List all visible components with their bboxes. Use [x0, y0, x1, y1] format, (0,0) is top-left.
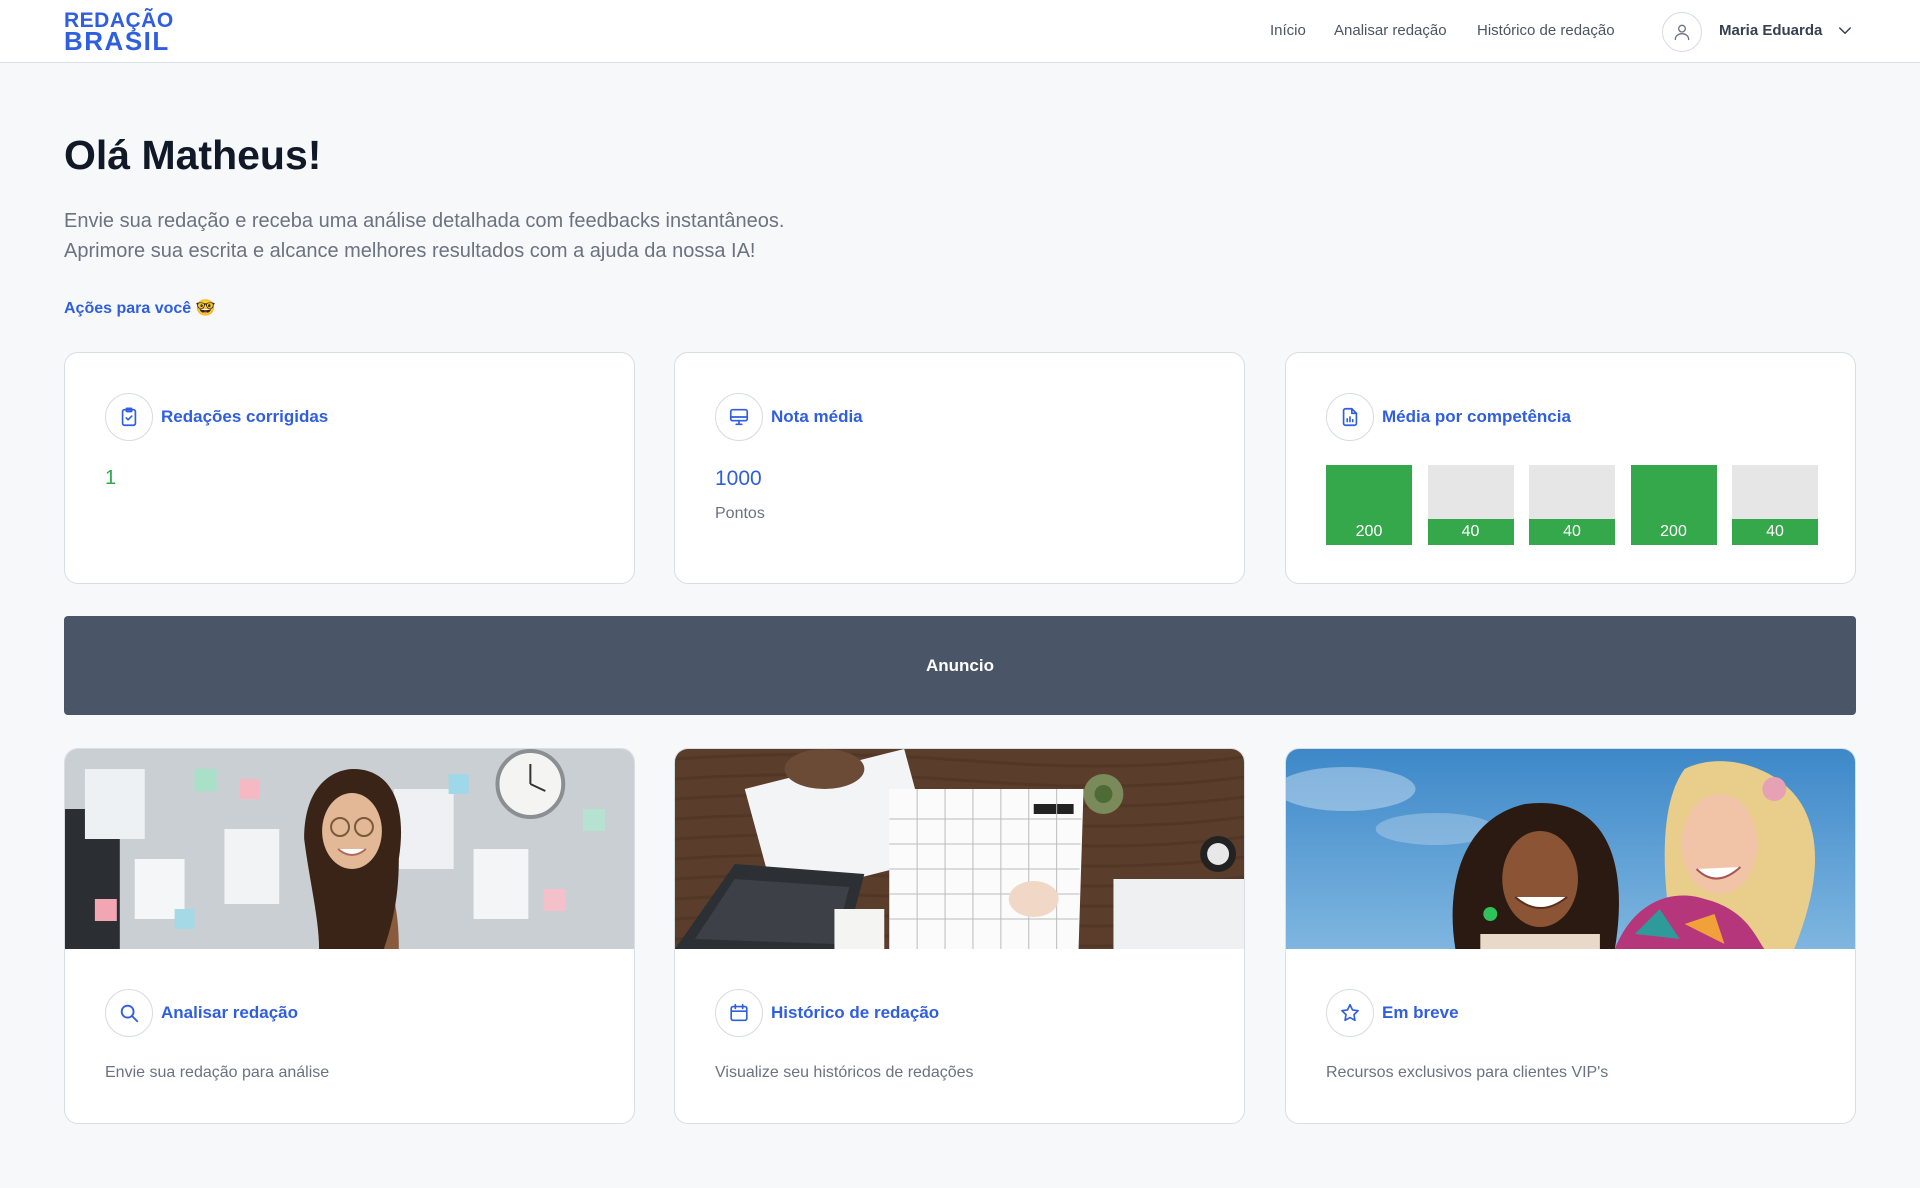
star-icon: [1341, 1003, 1359, 1022]
stat-card-corrected: Redações corrigidas 1: [64, 352, 635, 584]
competency-bar-label: 40: [1563, 523, 1581, 540]
feature-title[interactable]: Analisar redação: [161, 1003, 298, 1023]
competency-bar-label: 200: [1355, 523, 1383, 540]
competency-bar: 40: [1427, 465, 1514, 545]
user-avatar[interactable]: [1662, 12, 1702, 52]
icon-badge: [105, 393, 153, 441]
file-chart-icon: [1342, 407, 1358, 427]
user-name[interactable]: Maria Eduarda: [1719, 22, 1822, 39]
intro-line-2: Aprimore sua escrita e alcance melhores …: [64, 240, 756, 262]
feature-card-analisar[interactable]: Analisar redação Envie sua redação para …: [64, 748, 635, 1124]
top-navbar: REDAÇÃO BRASIL Início Analisar redação H…: [0, 0, 1920, 63]
intro-text: Envie sua redação e receba uma análise d…: [64, 206, 1064, 266]
monitor-icon: [729, 408, 749, 426]
competency-bar: 40: [1732, 465, 1818, 545]
brand-logo[interactable]: REDAÇÃO BRASIL: [64, 10, 174, 54]
nav-link-analisar-redacao[interactable]: Analisar redação: [1334, 22, 1447, 39]
icon-badge: [715, 393, 763, 441]
feature-title[interactable]: Em breve: [1382, 1003, 1459, 1023]
feature-description: Visualize seu históricos de redações: [715, 1064, 974, 1081]
competency-bar: 200: [1630, 465, 1717, 545]
competency-bar-label: 40: [1461, 523, 1480, 540]
feature-description: Recursos exclusivos para clientes VIP's: [1326, 1064, 1609, 1081]
clipboard-check-icon: [121, 407, 137, 427]
competency-bar-label: 200: [1660, 523, 1687, 540]
stat-value: 1000: [715, 467, 762, 490]
competency-bar: 200: [1326, 465, 1412, 545]
icon-badge: [1326, 989, 1374, 1037]
feature-card-historico[interactable]: Histórico de redação Visualize seu histó…: [674, 748, 1245, 1124]
calendar-icon: [730, 1003, 748, 1022]
feature-description: Envie sua redação para análise: [105, 1064, 330, 1081]
page-title: Olá Matheus!: [64, 132, 322, 178]
icon-badge: [1326, 393, 1374, 441]
icon-badge: [105, 989, 153, 1037]
two-women-laughing-photo: [1286, 749, 1855, 949]
stat-value: 1: [105, 467, 117, 489]
competency-bar-label: 40: [1766, 523, 1784, 540]
stat-card-competency: Média por competência 200 40 40 200 40: [1285, 352, 1856, 584]
competency-bar: 40: [1529, 465, 1615, 545]
intro-line-1: Envie sua redação e receba uma análise d…: [64, 210, 785, 232]
feature-title[interactable]: Histórico de redação: [771, 1003, 939, 1023]
stat-title: Nota média: [771, 407, 863, 426]
woman-smiling-photo: [65, 749, 634, 949]
user-icon: [1674, 24, 1690, 41]
calendar-desk-photo: [675, 749, 1244, 949]
stat-title: Média por competência: [1382, 407, 1571, 426]
chevron-down-icon[interactable]: [1836, 22, 1854, 40]
stat-title: Redações corrigidas: [161, 407, 329, 426]
feature-card-em-breve[interactable]: Em breve Recursos exclusivos para client…: [1285, 748, 1856, 1124]
ad-banner[interactable]: Anuncio: [64, 616, 1856, 715]
nav-link-inicio[interactable]: Início: [1270, 22, 1306, 39]
stat-unit: Pontos: [715, 505, 765, 522]
stat-card-average: Nota média 1000 Pontos: [674, 352, 1245, 584]
icon-badge: [715, 989, 763, 1037]
search-icon: [120, 1004, 139, 1023]
nav-link-historico-redacao[interactable]: Histórico de redação: [1477, 22, 1615, 39]
section-label-actions: Ações para você 🤓: [64, 300, 216, 317]
